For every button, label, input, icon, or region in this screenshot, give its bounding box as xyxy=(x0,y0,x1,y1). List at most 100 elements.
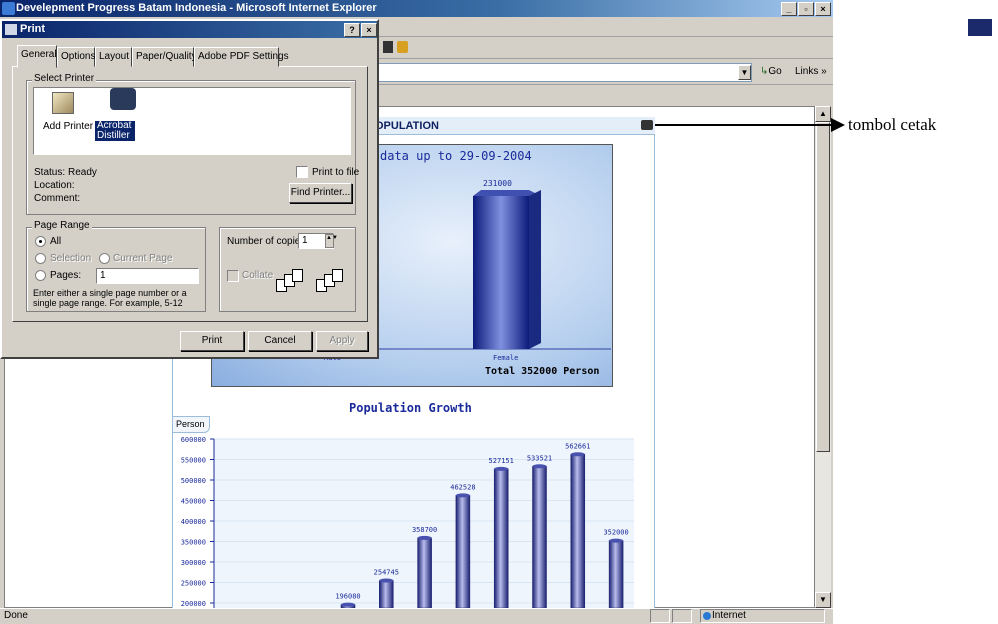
collate-checkbox[interactable] xyxy=(227,270,239,282)
scroll-up-button[interactable]: ▲ xyxy=(815,106,831,122)
ie-icon xyxy=(2,2,15,15)
range-selection-radio[interactable] xyxy=(35,253,46,264)
close-button[interactable]: × xyxy=(815,2,831,16)
growth-bar-label: 527151 xyxy=(489,457,514,465)
cancel-button[interactable]: Cancel xyxy=(248,331,312,351)
y-axis-label: Person xyxy=(172,416,210,433)
growth-bar xyxy=(417,537,432,608)
growth-bar-cap xyxy=(570,452,585,457)
total-label: Total 352000 Person xyxy=(485,366,600,377)
growth-bar xyxy=(608,540,624,608)
y-tick-label: 400000 xyxy=(181,518,206,526)
go-label: Go xyxy=(768,66,782,77)
mail-icon[interactable] xyxy=(383,41,393,53)
find-printer-button[interactable]: Find Printer... xyxy=(289,183,352,203)
status-text: Done xyxy=(4,610,28,621)
apply-button[interactable]: Apply xyxy=(316,331,368,351)
printer-acrobat-distiller[interactable]: Acrobat Distiller xyxy=(95,121,135,141)
pages-input[interactable]: 1 xyxy=(96,268,199,284)
scroll-down-button[interactable]: ▼ xyxy=(815,592,831,608)
range-current-page-radio[interactable] xyxy=(99,253,110,264)
growth-bar-label: 358700 xyxy=(412,526,437,534)
maximize-button[interactable]: ▫ xyxy=(798,2,814,16)
y-tick-label: 300000 xyxy=(181,559,206,567)
collate-label[interactable]: Collate xyxy=(242,270,273,281)
y-tick-label: 200000 xyxy=(181,600,206,608)
copies-spinner[interactable]: ▲▼ xyxy=(325,234,338,248)
growth-chart-title: Population Growth xyxy=(349,401,472,415)
growth-bar-label: 196080 xyxy=(335,593,360,601)
range-hint: Enter either a single page number or a s… xyxy=(33,288,187,308)
growth-bar-cap xyxy=(341,602,355,607)
add-printer-icon[interactable] xyxy=(52,92,74,114)
y-tick-label: 500000 xyxy=(181,477,206,485)
messenger-icon[interactable] xyxy=(397,41,408,53)
y-tick-label: 550000 xyxy=(181,457,206,465)
growth-bar-label: 352000 xyxy=(603,529,628,537)
print-dialog-title: Print xyxy=(20,23,46,35)
links-button[interactable]: Links » xyxy=(795,66,827,77)
growth-bar-cap xyxy=(532,464,547,469)
print-to-file-checkbox[interactable] xyxy=(296,166,308,178)
range-pages-radio[interactable] xyxy=(35,270,46,281)
growth-bar-label: 562661 xyxy=(565,442,590,450)
minimize-button[interactable]: _ xyxy=(781,2,797,16)
help-button[interactable]: ? xyxy=(344,23,360,37)
female-label: Female xyxy=(493,354,518,362)
growth-bar xyxy=(493,468,509,608)
tab-general[interactable]: General xyxy=(17,45,57,68)
printer-add[interactable]: Add Printer xyxy=(43,121,93,132)
growth-bar xyxy=(379,580,394,608)
printer-icon[interactable] xyxy=(641,120,653,130)
status-value: Ready xyxy=(68,167,97,178)
tab-options[interactable]: Options xyxy=(57,47,95,67)
collate-pages-icon xyxy=(276,269,352,299)
status-label: Status: xyxy=(34,167,66,178)
dialog-close-button[interactable]: × xyxy=(361,23,377,37)
growth-bar-cap xyxy=(609,538,624,543)
female-value: 231000 xyxy=(483,179,512,188)
population-growth-chart: 600000 550000 500000 450000 400000 350000 3000… xyxy=(181,436,634,608)
acrobat-printer-icon[interactable] xyxy=(110,88,136,110)
range-selection-label[interactable]: Selection xyxy=(50,253,91,264)
range-current-page-label[interactable]: Current Page xyxy=(113,253,172,264)
tab-layout[interactable]: Layout xyxy=(95,47,132,67)
tab-paper-quality[interactable]: Paper/Quality xyxy=(132,47,197,67)
section-title: OPULATION xyxy=(375,120,439,132)
growth-bar-label: 462528 xyxy=(450,483,475,491)
range-all-radio[interactable] xyxy=(35,236,46,247)
internet-zone-icon xyxy=(703,612,711,620)
range-all-label[interactable]: All xyxy=(50,236,61,247)
growth-bar-cap xyxy=(494,466,509,471)
tab-adobe-pdf-settings[interactable]: Adobe PDF Settings xyxy=(194,47,289,67)
female-bar xyxy=(473,196,529,349)
growth-bar-cap xyxy=(455,493,470,498)
browser-title: Develepment Progress Batam Indonesia - M… xyxy=(16,2,377,14)
status-pane xyxy=(650,609,670,623)
windows-logo xyxy=(968,19,992,36)
location-label: Location: xyxy=(34,180,75,191)
select-printer-label: Select Printer xyxy=(32,73,97,84)
growth-bar-cap xyxy=(417,535,432,540)
go-button[interactable]: ↳Go xyxy=(760,66,782,77)
annotation-arrowhead xyxy=(831,118,845,132)
scrollbar-thumb[interactable] xyxy=(816,122,830,452)
growth-bar xyxy=(532,466,547,608)
print-button[interactable]: Print xyxy=(180,331,244,351)
page-range-label: Page Range xyxy=(32,220,92,231)
print-to-file-label[interactable]: Print to file xyxy=(312,167,359,178)
growth-bar-label: 533521 xyxy=(527,454,552,462)
print-dialog-title-bar: Print xyxy=(2,21,377,38)
growth-bar-label: 254745 xyxy=(374,569,399,577)
printer-icon xyxy=(5,24,17,35)
y-tick-label: 600000 xyxy=(181,436,206,444)
range-pages-label[interactable]: Pages: xyxy=(50,270,81,281)
annotation-label: tombol cetak xyxy=(848,115,937,134)
address-dropdown-button[interactable]: ▼ xyxy=(738,65,751,80)
y-tick-label: 350000 xyxy=(181,539,206,547)
y-tick-label: 450000 xyxy=(181,498,206,506)
browser-title-bar: Develepment Progress Batam Indonesia - M… xyxy=(0,0,833,17)
zone-label: Internet xyxy=(712,610,746,621)
growth-bar xyxy=(455,495,471,608)
status-pane xyxy=(672,609,692,623)
